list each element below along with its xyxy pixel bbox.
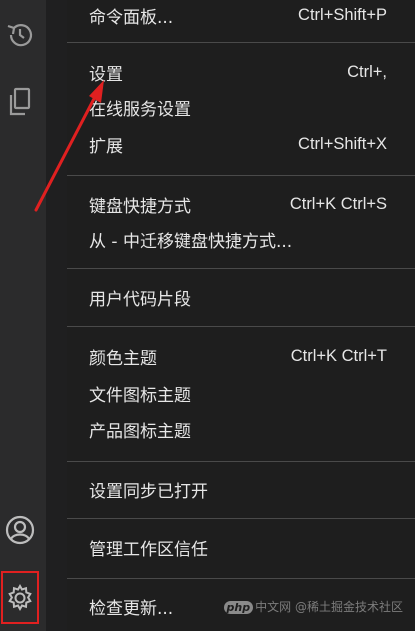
menu-separator	[67, 518, 415, 519]
menu-item-shortcut: Ctrl+K Ctrl+T	[290, 346, 387, 365]
menu-item-online-services-settings[interactable]: 在线服务设置	[89, 92, 387, 122]
menu-item-manage-workspace-trust[interactable]: 管理工作区信任	[89, 532, 387, 562]
menu-item-label: 从 - 中迁移键盘快捷方式...	[89, 231, 293, 252]
gear-highlight-box	[1, 571, 39, 624]
menu-item-file-icon-theme[interactable]: 文件图标主题	[89, 378, 387, 408]
menu-item-shortcut: Ctrl+Shift+P	[298, 5, 387, 24]
watermark: php 中文网 @稀土掘金技术社区	[223, 598, 403, 615]
watermark-credit: @稀土掘金技术社区	[294, 600, 403, 614]
menu-item-settings-sync[interactable]: 设置同步已打开	[89, 474, 387, 504]
activity-bar	[0, 0, 46, 631]
menu-item-product-icon-theme[interactable]: 产品图标主题	[89, 414, 387, 444]
account-icon[interactable]	[0, 510, 40, 550]
menu-item-shortcut: Ctrl+K Ctrl+S	[289, 194, 387, 213]
menu-separator	[67, 461, 415, 462]
copy-icon[interactable]	[0, 82, 40, 122]
menu-item-label: 文件图标主题	[89, 385, 191, 406]
menu-item-shortcut: Ctrl+Shift+X	[298, 134, 387, 153]
menu-item-label: 扩展	[89, 136, 123, 157]
gear-icon[interactable]	[5, 583, 35, 613]
menu-item-label: 设置	[89, 64, 123, 85]
menu-item-label: 命令面板...	[89, 7, 174, 28]
menu-item-label: 用户代码片段	[89, 289, 191, 310]
menu-item-label: 产品图标主题	[89, 421, 191, 442]
menu-item-settings[interactable]: 设置 Ctrl+,	[89, 57, 387, 87]
menu-item-label: 设置同步已打开	[89, 481, 208, 502]
menu-separator	[67, 175, 415, 176]
menu-item-label: 颜色主题	[89, 348, 157, 369]
menu-item-migrate-keyboard-shortcuts[interactable]: 从 - 中迁移键盘快捷方式...	[89, 224, 387, 254]
php-logo: php	[223, 601, 254, 614]
menu-separator	[67, 326, 415, 327]
menu-separator	[67, 42, 415, 43]
menu-separator	[67, 578, 415, 579]
menu-item-label: 检查更新...	[89, 598, 174, 619]
vscode-manage-menu-screenshot: 命令面板... Ctrl+Shift+P 设置 Ctrl+, 在线服务设置 扩展…	[0, 0, 415, 631]
menu-item-command-palette[interactable]: 命令面板... Ctrl+Shift+P	[89, 0, 387, 30]
menu-item-extensions[interactable]: 扩展 Ctrl+Shift+X	[89, 129, 387, 159]
menu-item-color-theme[interactable]: 颜色主题 Ctrl+K Ctrl+T	[89, 341, 387, 371]
history-icon[interactable]	[0, 15, 40, 55]
menu-item-shortcut: Ctrl+,	[347, 62, 387, 81]
menu-item-label: 在线服务设置	[89, 99, 191, 120]
menu-item-user-snippets[interactable]: 用户代码片段	[89, 282, 387, 312]
menu-item-label: 管理工作区信任	[89, 539, 208, 560]
manage-menu: 命令面板... Ctrl+Shift+P 设置 Ctrl+, 在线服务设置 扩展…	[67, 0, 415, 631]
menu-item-label: 键盘快捷方式	[89, 196, 191, 217]
menu-item-keyboard-shortcuts[interactable]: 键盘快捷方式 Ctrl+K Ctrl+S	[89, 189, 387, 219]
watermark-site: 中文网	[255, 600, 292, 614]
menu-separator	[67, 268, 415, 269]
